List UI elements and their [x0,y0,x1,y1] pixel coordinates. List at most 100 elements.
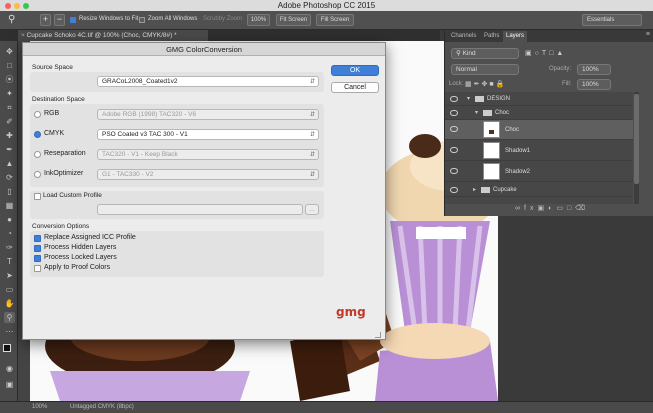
lasso-tool-icon[interactable]: ⦿ [4,74,15,85]
marquee-tool-icon[interactable]: □ [4,60,15,71]
filter-icons[interactable]: ▣○T□▲ [525,49,566,57]
workspace-select[interactable]: Essentials [582,14,642,26]
quick-mask-icon[interactable]: ◉ [4,363,15,374]
status-profile[interactable]: Untagged CMYK (8bpc) [70,402,134,413]
healing-brush-tool-icon[interactable]: ✚ [4,130,15,141]
cancel-button[interactable]: Cancel [331,82,379,93]
process-locked-checkbox[interactable] [34,255,41,262]
layer-row[interactable]: Shadow1 [445,141,633,161]
source-profile-select[interactable]: GRACoL2008_Coated1v2 ⇵ [97,76,319,87]
type-tool-icon[interactable]: T [4,256,15,267]
apply-proof-checkbox[interactable] [34,265,41,272]
expand-arrow-icon[interactable]: ▾ [475,106,478,120]
load-custom-profile-checkbox[interactable] [34,193,41,200]
zoom-window-icon[interactable] [23,3,29,9]
inkoptimizer-profile-select[interactable]: G1 - TAC330 - V2 ⇵ [97,169,319,180]
eyedropper-tool-icon[interactable]: ✐ [4,116,15,127]
cmyk-profile-select[interactable]: PSO Coated v3 TAC 300 - V1 ⇵ [97,129,319,140]
tab-layers[interactable]: Layers [503,31,528,42]
zoom-out-icon[interactable]: − [54,14,65,26]
layer-name: Shadow1 [505,148,531,154]
visibility-icon[interactable] [450,147,458,153]
layer-name: Choc [505,127,520,133]
zoom-tool-active-icon[interactable]: ⚲ [4,312,15,323]
folder-icon [481,187,490,193]
process-locked-label: Process Locked Layers [44,254,117,261]
zoom-tool-icon[interactable]: ⚲ [8,14,15,25]
panel-menu-icon[interactable]: ≡ [646,31,650,38]
new-group-icon[interactable]: ▭ [556,205,567,212]
brush-tool-icon[interactable]: ✒ [4,144,15,155]
ok-button[interactable]: OK [331,65,379,76]
magic-wand-tool-icon[interactable]: ✦ [4,88,15,99]
gradient-tool-icon[interactable]: ▦ [4,200,15,211]
resize-grip-icon[interactable] [375,332,381,338]
chevron-updown-icon: ⇵ [309,79,315,85]
visibility-icon[interactable] [450,187,458,193]
resize-windows-checkbox[interactable] [70,17,76,25]
tab-channels[interactable]: Channels [448,31,479,42]
blur-tool-icon[interactable]: ● [4,214,15,225]
more-tools-icon[interactable]: ⋯ [4,326,15,337]
crop-tool-icon[interactable]: ⌗ [4,102,15,113]
trash-icon[interactable]: ⌫ [575,205,589,212]
reseparation-profile-select[interactable]: TAC320 - V1 - Keep Black ⇵ [97,149,319,160]
zoom-in-icon[interactable]: + [40,14,51,26]
kind-filter-select[interactable]: ⚲ Kind [451,48,519,59]
move-tool-icon[interactable]: ✥ [4,46,15,57]
custom-profile-path-field[interactable] [97,204,303,215]
blend-mode-select[interactable]: Normal [451,64,519,75]
fx-icon[interactable]: fx [524,205,537,212]
layer-row-selected[interactable]: Choc [445,120,633,140]
close-window-icon[interactable] [5,3,11,9]
layer-row[interactable]: ▾ DESIGN [445,92,633,106]
rgb-profile-value: Adobe RGB (1998) TAC320 - V6 [102,111,197,118]
fill-input[interactable]: 100% [577,79,611,90]
visibility-icon[interactable] [450,168,458,174]
source-space-group: GRACoL2008_Coated1v2 ⇵ [30,72,324,92]
visibility-icon[interactable] [450,96,458,102]
document-tab[interactable]: × Cupcake Schoko 4C.tif @ 100% (Choc, CM… [18,30,208,41]
status-zoom[interactable]: 100% [32,402,47,413]
add-mask-icon[interactable]: ▣ [537,205,548,212]
visibility-icon[interactable] [450,126,458,132]
zoom-100-button[interactable]: 100% [247,14,270,26]
lock-icons[interactable]: ▦✒✥■🔒 [465,80,506,88]
dodge-tool-icon[interactable]: ◔ [4,228,15,239]
layer-thumbnail [483,121,500,138]
new-layer-icon[interactable]: □ [567,205,575,212]
source-profile-value: GRACoL2008_Coated1v2 [102,78,178,85]
visibility-icon[interactable] [450,110,458,116]
zoom-all-checkbox[interactable] [139,17,145,25]
opacity-input[interactable]: 100% [577,64,611,75]
path-selection-tool-icon[interactable]: ➤ [4,270,15,281]
panel-tabs: Channels Paths Layers ≡ [445,30,653,42]
replace-icc-checkbox[interactable] [34,235,41,242]
layer-row[interactable]: ▾ Choc [445,106,633,120]
lock-label: Lock: [449,81,464,87]
collapsed-arrow-icon[interactable]: ▸ [473,183,476,197]
layers-scrollbar[interactable] [634,92,639,204]
minimize-window-icon[interactable] [14,3,20,9]
fit-screen-button[interactable]: Fit Screen [276,14,311,26]
clone-stamp-tool-icon[interactable]: ▲ [4,158,15,169]
hand-tool-icon[interactable]: ✋ [4,298,15,309]
layer-row[interactable]: ▸ Cupcake [445,183,633,197]
expand-arrow-icon[interactable]: ▾ [467,92,470,106]
fill-screen-button[interactable]: Fill Screen [316,14,354,26]
foreground-color-swatch[interactable] [3,344,11,352]
shape-tool-icon[interactable]: ▭ [4,284,15,295]
layer-row[interactable]: Shadow2 [445,162,633,182]
tab-paths[interactable]: Paths [481,31,502,42]
eraser-tool-icon[interactable]: ▯ [4,186,15,197]
layers-panel: Channels Paths Layers ≡ ⚲ Kind ▣○T□▲ Nor… [444,30,653,216]
pen-tool-icon[interactable]: ✑ [4,242,15,253]
rgb-profile-select[interactable]: Adobe RGB (1998) TAC320 - V6 ⇵ [97,109,319,120]
opacity-label: Opacity: [549,66,572,72]
screen-mode-icon[interactable]: ▣ [4,379,15,390]
history-brush-tool-icon[interactable]: ⟳ [4,172,15,183]
process-hidden-checkbox[interactable] [34,245,41,252]
link-layers-icon[interactable]: ∞ [515,205,524,212]
scrubby-zoom-label[interactable]: Scrubby Zoom [203,16,242,22]
browse-button[interactable]: ... [305,204,319,215]
